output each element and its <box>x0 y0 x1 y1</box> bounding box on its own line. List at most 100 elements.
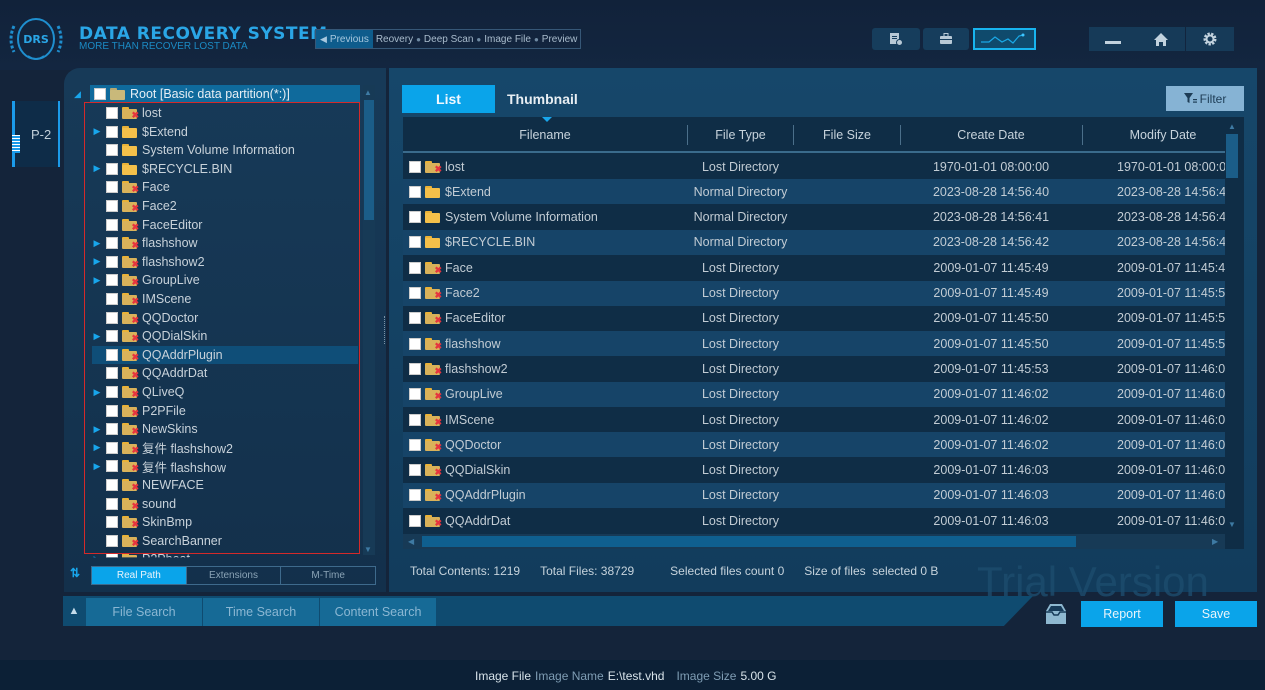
lost-folder-icon: ✖ <box>425 489 442 502</box>
row-checkbox[interactable] <box>409 388 421 401</box>
selected-count-label: Selected files count <box>670 564 775 578</box>
activity-monitor-button[interactable] <box>973 28 1036 50</box>
row-checkbox[interactable] <box>409 312 421 325</box>
settings-gear-icon <box>1203 32 1217 46</box>
column-file-type[interactable]: File Type <box>688 117 793 153</box>
row-filename: System Volume Information <box>445 210 598 225</box>
scroll-left-icon[interactable]: ◀ <box>408 537 414 546</box>
app-subtitle: MORE THAN RECOVER LOST DATA <box>79 41 248 52</box>
table-row[interactable]: System Volume Information Normal Director… <box>403 204 1225 230</box>
row-file-size <box>794 281 900 306</box>
row-checkbox[interactable] <box>409 514 421 527</box>
row-checkbox[interactable] <box>409 287 421 299</box>
file-search-tab[interactable]: File Search <box>86 598 202 626</box>
table-row[interactable]: ✖ IMScene Lost Directory 2009-01-07 11:46:0… <box>403 407 1225 432</box>
table-row[interactable]: ✖ flashshow2 Lost Directory 2009-01-07 11:4… <box>403 356 1225 382</box>
scroll-up-icon[interactable]: ▲ <box>364 88 372 97</box>
root-checkbox[interactable] <box>94 88 106 100</box>
inbox-tray-icon[interactable] <box>1042 601 1070 627</box>
row-modify-date: 2023-08-28 14:56:40 <box>1117 184 1225 199</box>
row-file-type: Normal Directory <box>693 235 788 250</box>
row-filename: FaceEditor <box>445 311 506 326</box>
column-create-date[interactable]: Create Date <box>901 117 1081 153</box>
lost-folder-icon: ✖ <box>425 160 442 173</box>
scroll-down-icon[interactable]: ▼ <box>364 545 372 554</box>
column-modify-date[interactable]: Modify Date <box>1083 117 1243 153</box>
scroll-down-icon[interactable]: ▼ <box>1228 520 1236 529</box>
row-file-size <box>794 230 900 255</box>
sort-toggle-icon[interactable]: ⇅ <box>70 566 80 580</box>
total-files-value: 38729 <box>600 564 635 578</box>
time-search-tab[interactable]: Time Search <box>203 598 319 626</box>
table-row[interactable]: ✖ Face2 Lost Directory 2009-01-07 11:45:49 2… <box>403 280 1225 306</box>
tab-thumbnail[interactable]: Thumbnail <box>495 85 595 113</box>
row-checkbox[interactable] <box>409 160 421 173</box>
filter-icon <box>1183 93 1197 103</box>
column-filename[interactable]: Filename <box>403 117 687 153</box>
table-row[interactable]: ✖ QQDialSkin Lost Directory 2009-01-07 11:4… <box>403 457 1225 483</box>
row-checkbox[interactable] <box>409 464 421 477</box>
row-checkbox[interactable] <box>409 413 421 426</box>
folder-icon <box>425 185 441 198</box>
row-modify-date: 2023-08-28 14:56:42 <box>1117 235 1225 250</box>
filter-button[interactable]: Filter <box>1166 86 1244 111</box>
table-row[interactable]: ✖ flashshow Lost Directory 2009-01-07 11:45… <box>403 331 1225 357</box>
sort-real-path[interactable]: Real Path <box>92 567 187 584</box>
tab-list[interactable]: List <box>402 85 495 113</box>
table-row[interactable]: ✖ Face Lost Directory 2009-01-07 11:45:49 20… <box>403 255 1225 281</box>
row-checkbox[interactable] <box>409 362 421 375</box>
table-row[interactable]: ✖ QQDoctor Lost Directory 2009-01-07 11:46:… <box>403 432 1225 458</box>
settings-button[interactable] <box>1186 27 1234 51</box>
tree-scrollbar-thumb[interactable] <box>364 100 374 220</box>
toolbox-button[interactable] <box>923 28 969 50</box>
row-file-size <box>794 306 900 331</box>
root-label: Root [Basic data partition(*:)] <box>130 87 290 101</box>
table-vertical-scrollbar[interactable] <box>1225 120 1239 530</box>
row-modify-date: 2009-01-07 11:46:03 <box>1117 463 1225 478</box>
table-vertical-scrollbar-thumb[interactable] <box>1226 134 1238 178</box>
report-button[interactable]: Report <box>1081 601 1163 627</box>
row-checkbox[interactable] <box>409 261 421 274</box>
table-row[interactable]: ✖ FaceEditor Lost Directory 2009-01-07 11:4… <box>403 305 1225 331</box>
scroll-up-icon[interactable]: ▲ <box>1228 122 1236 131</box>
minimize-button[interactable] <box>1089 27 1137 51</box>
partition-tab-p2[interactable]: P-2 <box>12 101 60 167</box>
lost-folder-icon: ✖ <box>425 388 442 401</box>
report-history-button[interactable] <box>872 28 920 50</box>
table-row[interactable]: ✖ QQAddrDat Lost Directory 2009-01-07 11:46… <box>403 508 1225 534</box>
row-checkbox[interactable] <box>409 185 421 198</box>
total-contents-value: 1219 <box>493 564 521 578</box>
sort-extensions[interactable]: Extensions <box>187 567 282 584</box>
column-file-size[interactable]: File Size <box>794 117 900 153</box>
row-file-size <box>794 255 900 280</box>
table-row[interactable]: $RECYCLE.BIN Normal Directory 2023-08-28 1… <box>403 229 1225 255</box>
row-file-type: Lost Directory <box>701 311 780 326</box>
image-size-value: 5.00 G <box>740 669 777 683</box>
table-row[interactable]: ✖ GroupLive Lost Directory 2009-01-07 11:46… <box>403 381 1225 407</box>
image-info: Image File Image Name E:\test.vhd Image … <box>475 669 777 683</box>
panel-splitter[interactable] <box>384 316 387 344</box>
previous-button[interactable]: ◀ Previous <box>316 30 373 48</box>
tree-root[interactable]: Root [Basic data partition(*:)] <box>90 85 360 103</box>
breadcrumb-step: Reovery <box>375 33 414 45</box>
sort-m-time[interactable]: M-Time <box>281 567 375 584</box>
table-row[interactable]: ✖ lost Lost Directory 1970-01-01 08:00:00 19… <box>403 154 1225 179</box>
table-row[interactable]: ✖ QQAddrPlugin Lost Directory 2009-01-07 11… <box>403 482 1225 508</box>
row-filename: QQAddrPlugin <box>445 488 526 503</box>
row-create-date: 2009-01-07 11:46:03 <box>933 463 1049 478</box>
row-checkbox[interactable] <box>409 438 421 451</box>
row-checkbox[interactable] <box>409 236 421 249</box>
table-horizontal-scrollbar-thumb[interactable] <box>422 536 1076 547</box>
row-checkbox[interactable] <box>409 337 421 350</box>
collapse-root-icon[interactable]: ◢ <box>74 89 81 100</box>
scroll-right-icon[interactable]: ▶ <box>1212 537 1218 546</box>
breadcrumb-step: Preview <box>541 33 578 45</box>
row-checkbox[interactable] <box>409 211 421 224</box>
expand-search-button[interactable]: ▲ <box>63 596 85 626</box>
row-file-type: Lost Directory <box>701 437 780 452</box>
home-button[interactable] <box>1137 27 1185 51</box>
save-button[interactable]: Save <box>1175 601 1257 627</box>
row-checkbox[interactable] <box>409 489 421 502</box>
content-search-tab[interactable]: Content Search <box>320 598 436 626</box>
table-row[interactable]: $Extend Normal Directory 2023-08-28 14:56:… <box>403 179 1225 205</box>
